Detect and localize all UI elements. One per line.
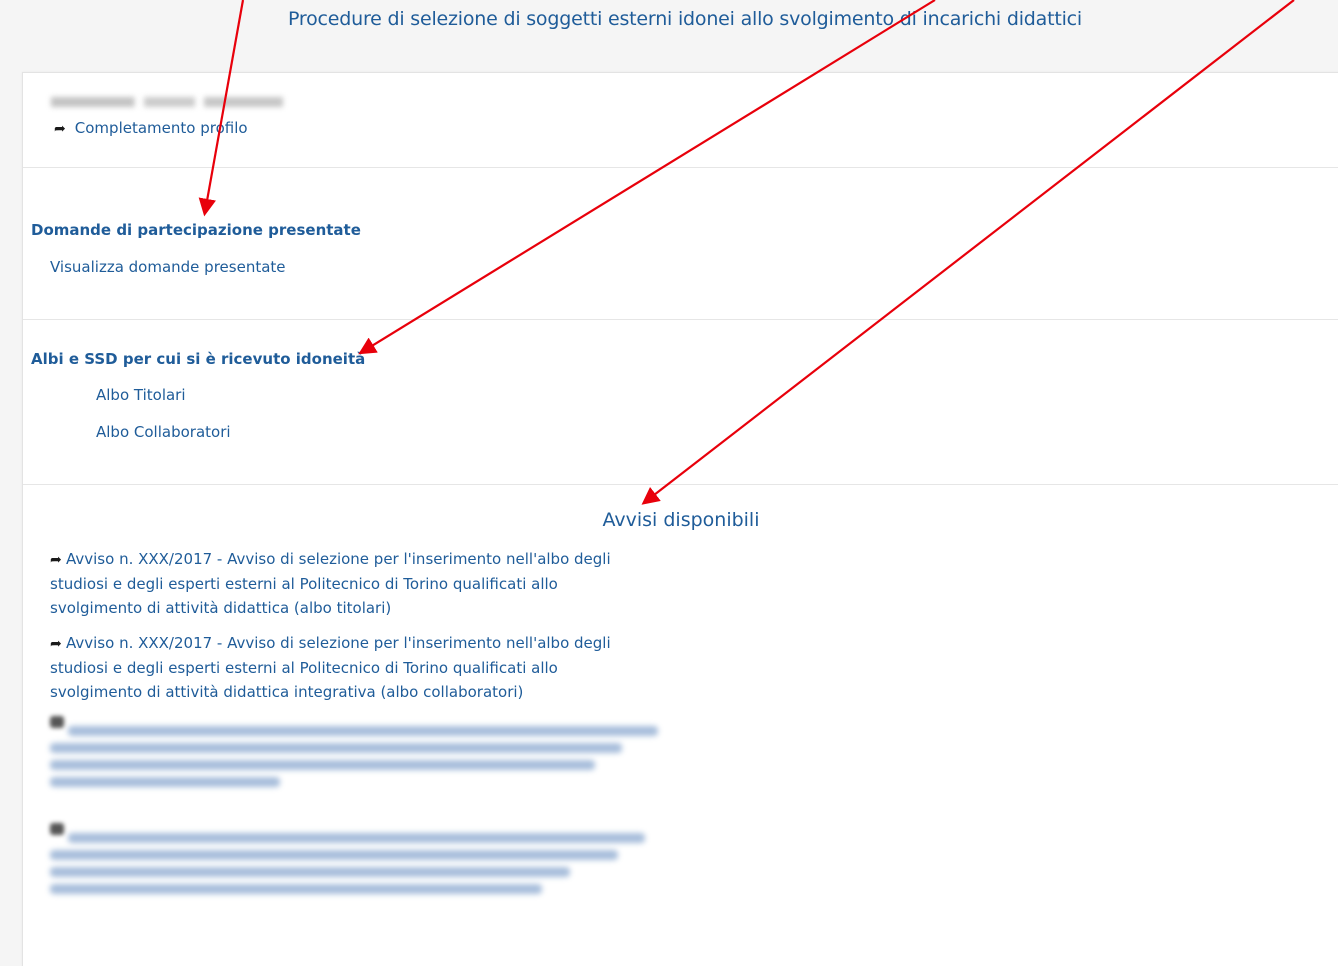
page-title: Procedure di selezione di soggetti ester… <box>287 8 1083 30</box>
divider <box>23 319 1338 320</box>
avvisi-heading: Avvisi disponibili <box>602 509 760 531</box>
notice-line: Avviso n. XXX/2017 - Avviso di selezione… <box>66 550 611 568</box>
notice-line: svolgimento di attività didattica (albo … <box>50 599 392 617</box>
complete-profile-label: Completamento profilo <box>74 119 248 137</box>
complete-profile-link[interactable]: ➦ Completamento profilo <box>54 119 248 137</box>
share-arrow-icon: ➦ <box>50 552 62 568</box>
divider <box>23 167 1338 168</box>
share-arrow-icon: ➦ <box>50 636 62 652</box>
main-card: ➦ Completamento profilo Domande di parte… <box>22 72 1338 966</box>
notice-line: studiosi e degli esperti esterni al Poli… <box>50 659 558 677</box>
share-arrow-icon: ➦ <box>54 121 66 137</box>
albo-heading: Albi e SSD per cui si è ricevuto idoneit… <box>31 350 366 368</box>
notice-item[interactable]: ➦ Avviso n. XXX/2017 - Avviso di selezion… <box>50 547 650 620</box>
view-applications-link[interactable]: Visualizza domande presentate <box>50 258 286 276</box>
notice-item[interactable]: ➦ Avviso n. XXX/2017 - Avviso di selezion… <box>50 631 650 704</box>
notice-line: Avviso n. XXX/2017 - Avviso di selezione… <box>66 634 611 652</box>
share-arrow-icon <box>50 716 64 728</box>
notice-item-redacted[interactable] <box>50 716 658 794</box>
divider <box>23 484 1338 485</box>
share-arrow-icon <box>50 823 64 835</box>
user-name-redacted <box>51 97 283 107</box>
notice-line: studiosi e degli esperti esterni al Poli… <box>50 575 558 593</box>
albo-titolari-link[interactable]: Albo Titolari <box>96 386 186 404</box>
albo-collaboratori-link[interactable]: Albo Collaboratori <box>96 423 231 441</box>
applications-heading: Domande di partecipazione presentate <box>31 221 361 239</box>
notice-item-redacted[interactable] <box>50 823 650 901</box>
notice-line: svolgimento di attività didattica integr… <box>50 683 524 701</box>
